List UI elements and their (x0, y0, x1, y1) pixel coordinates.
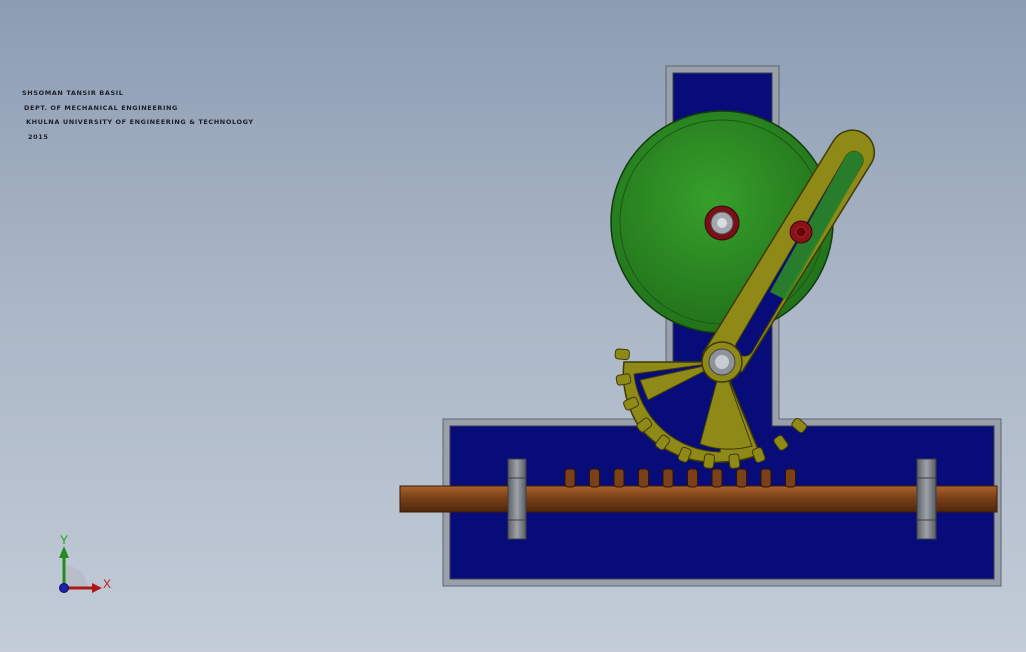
sector-tooth (703, 453, 716, 469)
sector-tooth (614, 348, 630, 361)
mechanism-model[interactable]: Y X (0, 0, 1026, 652)
left-bearing[interactable] (507, 458, 527, 540)
rack-tooth (785, 468, 796, 488)
rack-tooth (736, 468, 747, 488)
sector-tooth (728, 453, 741, 469)
rack-tooth (662, 468, 674, 488)
sector-tooth (615, 373, 632, 386)
triad-y-label: Y (60, 533, 68, 547)
rack-tooth (760, 468, 772, 488)
rack-tooth (589, 468, 600, 488)
rack-tooth (564, 468, 576, 488)
rack-tooth (613, 468, 625, 488)
triad-z-axis (59, 583, 69, 593)
rack-rod[interactable] (399, 485, 998, 513)
right-bearing[interactable] (916, 458, 937, 540)
rack-tooth (638, 468, 649, 488)
crank-pin[interactable] (789, 220, 813, 244)
graphics-viewport[interactable]: SHSOMAN TANSIR BASIL DEPT. OF MECHANICAL… (0, 0, 1026, 652)
rack-tooth (711, 468, 723, 488)
rack-tooth (687, 468, 698, 488)
coordinate-triad: Y X (59, 533, 111, 593)
triad-x-label: X (103, 577, 111, 591)
